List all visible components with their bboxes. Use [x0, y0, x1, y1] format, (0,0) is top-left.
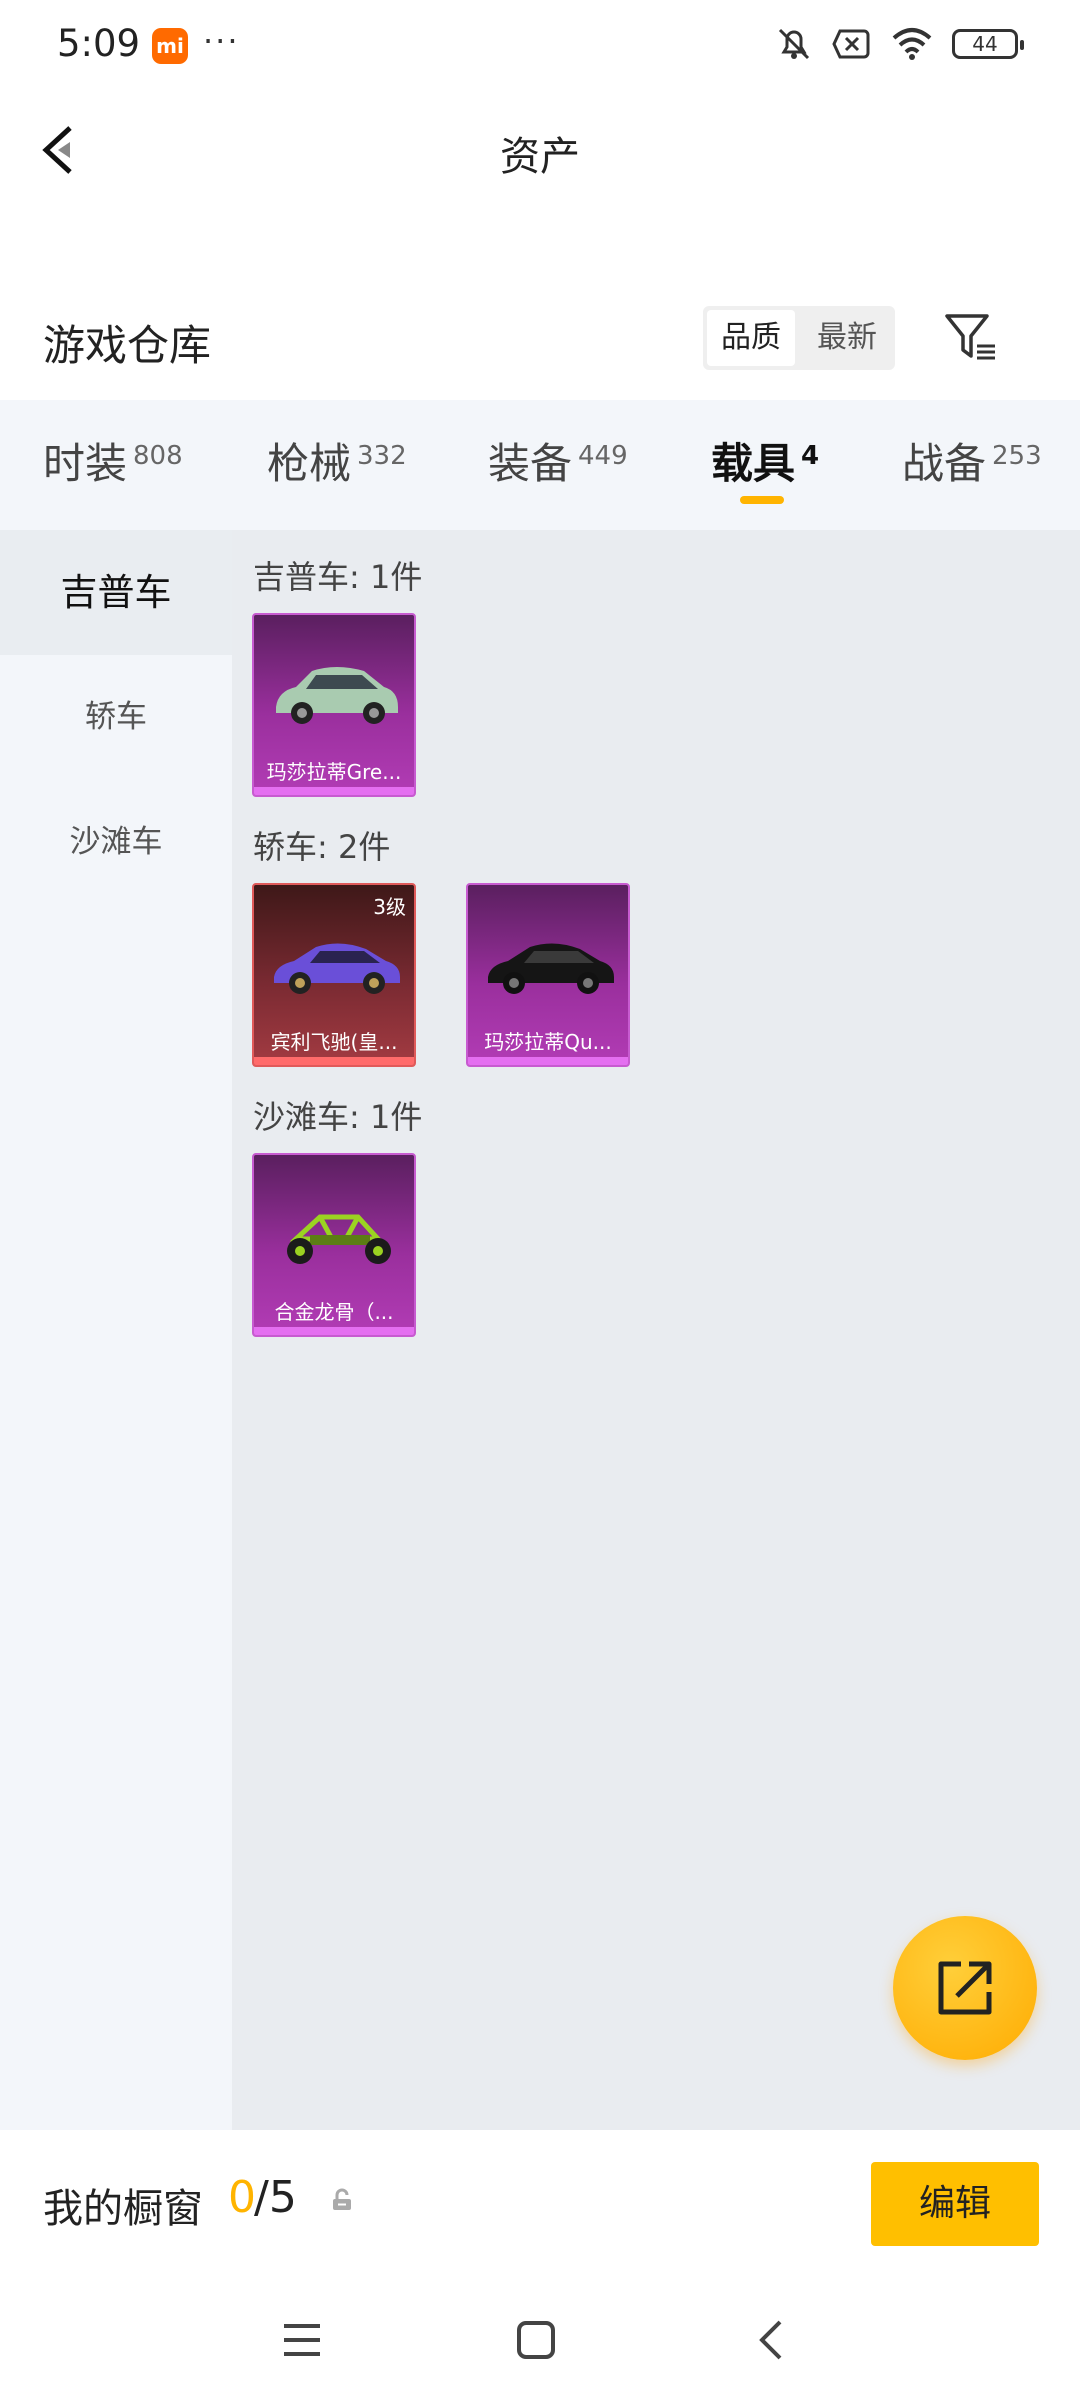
vehicle-card[interactable]: 3级 宾利飞驰(皇... — [252, 883, 416, 1067]
share-icon — [938, 1961, 992, 2015]
tab-equipment[interactable]: 装备 449 — [488, 430, 628, 491]
tab-count: 4 — [801, 441, 820, 471]
lock-icon — [333, 2188, 351, 2210]
tab-count: 253 — [992, 441, 1042, 471]
page-title: 资产 — [500, 134, 580, 180]
vehicle-name: 玛莎拉蒂Gre... — [266, 760, 402, 784]
tab-count: 449 — [578, 441, 628, 471]
vehicle-type-sidebar: 吉普车 轿车 沙滩车 — [0, 530, 232, 2130]
quality-strip — [254, 1057, 414, 1065]
status-bar: 5:09 mi ··· 44 — [0, 0, 1080, 90]
warehouse-title: 游戏仓库 — [43, 321, 212, 370]
mi-app-icon: mi — [152, 28, 188, 64]
system-nav-bar — [0, 2280, 1080, 2400]
status-icons: 44 — [774, 26, 1024, 62]
sidebar-item-jeep[interactable]: 吉普车 — [0, 530, 232, 655]
warehouse-row: 游戏仓库 品质 最新 — [0, 290, 1080, 400]
suv-icon — [276, 667, 398, 724]
home-icon[interactable] — [514, 2318, 558, 2362]
sort-toggle: 品质 最新 — [703, 306, 895, 370]
menu-icon[interactable] — [280, 2318, 324, 2362]
sort-quality-option[interactable]: 品质 — [707, 310, 795, 366]
active-tab-indicator — [740, 496, 784, 504]
sort-newest-option[interactable]: 最新 — [803, 310, 891, 366]
more-notifications-icon: ··· — [203, 22, 240, 60]
tab-vehicles[interactable]: 载具 4 — [711, 430, 819, 491]
filter-icon[interactable] — [943, 310, 999, 366]
category-tabs: 时装 808 枪械 332 装备 449 载具 4 战备 253 — [0, 400, 1080, 530]
vehicle-card[interactable]: 玛莎拉蒂Gre... — [252, 613, 416, 797]
tab-tactical[interactable]: 战备 253 — [902, 430, 1042, 491]
tab-count: 808 — [133, 441, 183, 471]
level-badge: 3级 — [373, 895, 406, 919]
back-nav-icon[interactable] — [752, 2318, 796, 2362]
vehicle-card[interactable]: 玛莎拉蒂Qu... — [466, 883, 630, 1067]
sedan-icon — [488, 943, 614, 994]
vehicle-name: 玛莎拉蒂Qu... — [484, 1030, 612, 1054]
vehicle-name: 合金龙骨（... — [274, 1300, 394, 1324]
sedan-icon — [274, 943, 400, 994]
vehicle-list: 吉普车: 1件 玛莎拉蒂Gre... 轿车: 2件 3级 宾利飞驰(皇... 玛… — [232, 530, 1080, 2130]
share-button[interactable] — [893, 1916, 1037, 2060]
tab-label: 枪械 — [267, 439, 352, 488]
sidebar-item-buggy[interactable]: 沙滩车 — [0, 780, 232, 905]
section-label-jeep: 吉普车: 1件 — [253, 558, 423, 596]
vehicle-card[interactable]: 合金龙骨（... — [252, 1153, 416, 1337]
no-sim-icon — [832, 29, 870, 59]
tab-label: 载具 — [711, 439, 796, 488]
page-header: 资产 — [0, 90, 1080, 210]
tab-label: 装备 — [488, 439, 573, 488]
tab-label: 时装 — [43, 439, 128, 488]
quality-strip — [254, 787, 414, 795]
sidebar-item-sedan[interactable]: 轿车 — [0, 655, 232, 780]
section-label-buggy: 沙滩车: 1件 — [253, 1098, 423, 1136]
wifi-icon — [892, 28, 932, 60]
mute-icon — [778, 28, 810, 60]
tab-fashion[interactable]: 时装 808 — [43, 430, 183, 491]
buggy-icon — [287, 1214, 391, 1264]
vehicle-name: 宾利飞驰(皇... — [270, 1030, 398, 1054]
showcase-label: 我的橱窗 — [43, 2186, 203, 2232]
quality-strip — [254, 1327, 414, 1335]
showcase-bar: 我的橱窗 0 /5 编辑 — [0, 2130, 1080, 2280]
showcase-total-count: /5 — [254, 2172, 297, 2223]
battery-icon: 44 — [952, 29, 1024, 59]
status-time: 5:09 — [57, 22, 141, 65]
showcase-current-count: 0 — [228, 2172, 256, 2223]
tab-label: 战备 — [902, 439, 987, 488]
section-label-sedan: 轿车: 2件 — [253, 828, 391, 866]
tab-guns[interactable]: 枪械 332 — [267, 430, 407, 491]
edit-button[interactable]: 编辑 — [871, 2162, 1039, 2246]
quality-strip — [468, 1057, 628, 1065]
tab-count: 332 — [357, 441, 407, 471]
